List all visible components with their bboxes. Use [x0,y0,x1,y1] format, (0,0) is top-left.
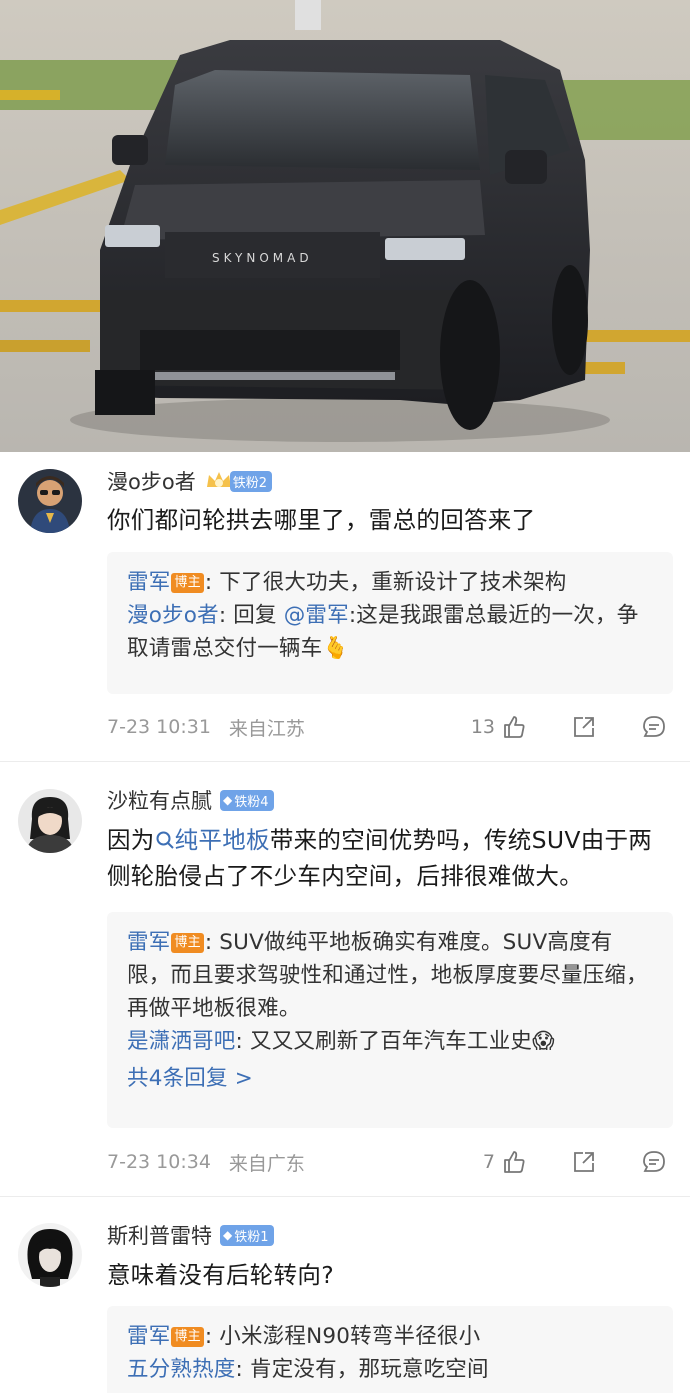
fan-level-text: 铁粉1 [234,1229,269,1245]
reply-box[interactable]: 雷军 博主: 下了很大功夫，重新设计了技术架构 漫o步o者: 回复 @雷军:这是我… [107,552,673,694]
thumb-up-icon[interactable] [501,714,527,740]
reply-item: 是潇洒哥吧: 又又又刷新了百年汽车工业史😱 [127,1025,655,1058]
like-count: 13 [470,716,495,738]
avatar[interactable] [18,469,82,533]
diamond-icon: ◆ [223,793,233,807]
fan-level-badge: ◆ 铁粉4 [220,789,274,811]
comment-meta: 7-23 10:34 来自广东 7 [107,1147,667,1177]
reply-text: : 肯定没有，那玩意吃空间 [235,1357,489,1382]
comment-icon[interactable] [641,714,667,740]
topic-link[interactable]: 纯平地板 [155,826,270,854]
comment-text: 意味着没有后轮转向? [107,1261,334,1289]
reply-item: 漫o步o者: 回复 @雷军:这是我跟雷总最近的一次，争取请雷总交付一辆车🫰 [127,599,655,665]
reply-item: 雷军 博主: SUV做纯平地板确实有难度。SUV高度有限，而且要求驾驶性和通过性，… [127,926,655,1025]
emoji: 😱 [532,1029,555,1054]
emoji: 🫰 [322,636,350,661]
location: 来自江苏 [228,717,305,740]
reply-author[interactable]: 雷军 [127,1324,170,1349]
timestamp: 7-23 10:34 [107,1151,211,1173]
share-icon[interactable] [571,714,597,740]
comment-text: 因为 纯平地板带来的空间优势吗，传统SUV由于两侧轮胎侵占了不少车内空间，后排很难… [107,822,670,894]
reply-item: 雷军 博主: 下了很大功夫，重新设计了技术架构 [127,566,655,599]
reply-item: 五分熟热度: 肯定没有，那玩意吃空间 [127,1353,655,1386]
reply-item: 雷军 博主: 小米澎程N90转弯半径很小 [127,1320,655,1353]
fan-level-badge: ◆ 铁粉1 [220,1224,274,1246]
reply-text: : 下了很大功夫，重新设计了技术架构 [204,570,567,595]
diamond-icon: ◆ [223,1228,233,1242]
share-icon[interactable] [571,1149,597,1175]
blogger-badge: 博主 [171,1327,204,1347]
username[interactable]: 漫o步o者 [107,466,196,496]
blogger-badge: 博主 [171,933,204,953]
fan-level-badge: 铁粉2 [229,470,272,492]
post-photo[interactable]: SKYNOMAD [0,0,690,452]
like-count: 7 [482,1151,495,1173]
comment-meta: 7-23 10:31 来自江苏 13 [107,712,667,742]
username-row: 漫o步o者 铁粉2 [107,466,272,496]
location: 来自广东 [228,1152,305,1175]
fan-badge: 铁粉2 [204,469,272,493]
avatar[interactable] [18,1223,82,1287]
reply-box[interactable]: 雷军 博主: SUV做纯平地板确实有难度。SUV高度有限，而且要求驾驶性和通过性，… [107,912,673,1128]
blogger-badge: 博主 [171,573,204,593]
fan-level-text: 铁粉4 [234,794,269,810]
username[interactable]: 斯利普雷特 [107,1220,212,1250]
username-row: 斯利普雷特 ◆ 铁粉1 [107,1220,274,1250]
thumb-up-icon[interactable] [501,1149,527,1175]
car-badge-text: SKYNOMAD [212,251,313,265]
topic-link-text: 纯平地板 [174,826,270,854]
reply-text: : SUV做纯平地板确实有难度。SUV高度有限，而且要求驾驶性和通过性，地板厚度… [127,930,648,1021]
reply-author[interactable]: 五分熟热度 [127,1357,236,1382]
mention-link[interactable]: @雷军 [284,603,349,628]
more-replies-link[interactable]: 共4条回复 > [127,1062,655,1095]
timestamp: 7-23 10:31 [107,716,211,738]
comment-icon[interactable] [641,1149,667,1175]
reply-author[interactable]: 是潇洒哥吧 [127,1029,236,1054]
reply-author[interactable]: 雷军 [127,930,170,955]
search-icon [156,831,174,849]
reply-text: : 又又又刷新了百年汽车工业史 [235,1029,533,1054]
username[interactable]: 沙粒有点腻 [107,785,212,815]
car-image: SKYNOMAD [0,0,690,452]
reply-box[interactable]: 雷军 博主: 小米澎程N90转弯半径很小 五分熟热度: 肯定没有，那玩意吃空间 [107,1306,673,1393]
reply-prefix: : 回复 [218,603,284,628]
avatar[interactable] [18,789,82,853]
username-row: 沙粒有点腻 ◆ 铁粉4 [107,785,274,815]
divider [0,761,690,762]
reply-text: : 小米澎程N90转弯半径很小 [204,1324,481,1349]
reply-author[interactable]: 漫o步o者 [127,603,219,628]
comment-text-prefix: 因为 [107,826,155,854]
reply-author[interactable]: 雷军 [127,570,170,595]
comment-text: 你们都问轮拱去哪里了，雷总的回答来了 [107,506,536,534]
divider [0,1196,690,1197]
